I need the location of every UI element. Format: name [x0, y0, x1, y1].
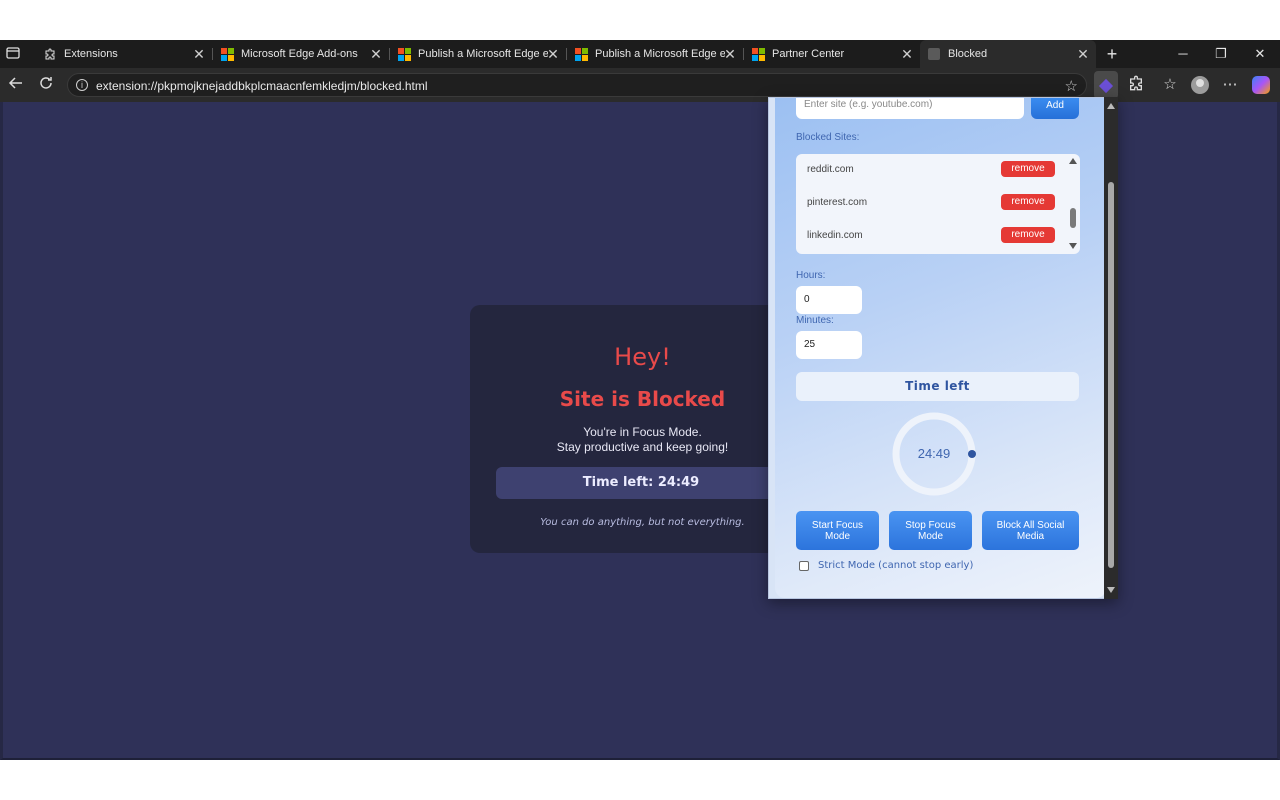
minimize-button[interactable]: ─: [1171, 44, 1195, 64]
tab-title: Microsoft Edge Add-ons: [241, 48, 358, 60]
motivational-quote: You can do anything, but not everything.: [540, 517, 745, 528]
tab-title: Partner Center: [772, 48, 845, 60]
tab-extensions[interactable]: Extensions ✕: [36, 40, 212, 68]
extensions-puzzle-icon[interactable]: [1126, 75, 1146, 95]
close-icon[interactable]: ✕: [723, 47, 737, 61]
scroll-up-icon[interactable]: [1069, 158, 1077, 164]
scroll-down-icon[interactable]: [1069, 243, 1077, 249]
close-icon[interactable]: ✕: [1076, 47, 1090, 61]
favorites-icon[interactable]: ☆: [1160, 75, 1180, 95]
refresh-icon[interactable]: [36, 75, 56, 95]
countdown-time: 24:49: [917, 446, 951, 461]
strict-mode-label[interactable]: Strict Mode (cannot stop early): [818, 560, 973, 571]
greeting: Hey!: [614, 343, 671, 371]
window-close-button[interactable]: ✕: [1248, 44, 1272, 64]
blocked-sites-list[interactable]: reddit.com remove pinterest.com remove l…: [796, 154, 1080, 254]
scroll-down-icon[interactable]: [1107, 587, 1115, 593]
message-line-1: You're in Focus Mode.: [583, 425, 702, 439]
tab-partner-center[interactable]: Partner Center ✕: [744, 40, 920, 68]
close-icon[interactable]: ✕: [369, 47, 383, 61]
blocked-card: Hey! Site is Blocked You're in Focus Mod…: [470, 305, 815, 553]
strict-mode-checkbox[interactable]: [799, 560, 809, 571]
blocked-sites-label: Blocked Sites:: [796, 132, 860, 143]
site-name: linkedin.com: [807, 230, 863, 241]
focus-extension-icon[interactable]: [1094, 71, 1118, 99]
tab-title: Publish a Microsoft Edge ext: [595, 48, 725, 60]
tab-bar: Extensions ✕ Microsoft Edge Add-ons ✕ Pu…: [0, 40, 1280, 68]
info-icon[interactable]: i: [76, 79, 88, 91]
microsoft-logo-icon: [752, 48, 765, 61]
close-icon[interactable]: ✕: [192, 47, 206, 61]
add-site-button[interactable]: Add: [1031, 98, 1079, 119]
close-icon[interactable]: ✕: [900, 47, 914, 61]
minutes-label: Minutes:: [796, 315, 834, 326]
page-icon: [928, 48, 940, 60]
extension-popup: Enter site (e.g. youtube.com) Add Blocke…: [768, 97, 1118, 599]
time-left-header: Time left: [796, 372, 1079, 401]
remove-button[interactable]: remove: [1001, 161, 1055, 177]
new-tab-button[interactable]: +: [1102, 44, 1122, 64]
puzzle-icon: [45, 48, 55, 60]
screen-top-margin: [0, 0, 1280, 40]
tab-actions-icon[interactable]: [6, 46, 26, 62]
remove-button[interactable]: remove: [1001, 194, 1055, 210]
scroll-thumb[interactable]: [1070, 208, 1076, 228]
screen-bottom-margin: [0, 760, 1280, 800]
remove-button[interactable]: remove: [1001, 227, 1055, 243]
microsoft-logo-icon: [221, 48, 234, 61]
list-scrollbar[interactable]: [1066, 154, 1080, 254]
tab-blocked[interactable]: Blocked ✕: [920, 40, 1096, 68]
profile-avatar[interactable]: [1191, 76, 1209, 94]
minutes-input[interactable]: 25: [796, 331, 862, 359]
tab-title: Publish a Microsoft Edge ext: [418, 48, 548, 60]
scroll-thumb[interactable]: [1108, 182, 1114, 568]
time-left-display: Time left: 24:49: [496, 467, 786, 499]
tab-publish-1[interactable]: Publish a Microsoft Edge ext ✕: [390, 40, 566, 68]
url-field[interactable]: i extension://pkpmojknejaddbkplcmaacnfem…: [67, 73, 1087, 97]
list-item: reddit.com remove: [796, 154, 1064, 187]
copilot-icon[interactable]: [1252, 76, 1270, 94]
stop-focus-button[interactable]: Stop Focus Mode: [889, 511, 972, 550]
favorite-star-icon[interactable]: ☆: [1065, 77, 1078, 95]
more-menu-icon[interactable]: ⋯: [1220, 75, 1240, 95]
popup-scrollbar[interactable]: [1104, 97, 1118, 599]
strict-mode-row[interactable]: Strict Mode (cannot stop early): [799, 560, 973, 571]
tab-title: Extensions: [64, 48, 118, 60]
site-name: reddit.com: [807, 164, 854, 175]
microsoft-logo-icon: [575, 48, 588, 61]
popup-panel: Enter site (e.g. youtube.com) Add Blocke…: [775, 98, 1106, 598]
url-text[interactable]: extension://pkpmojknejaddbkplcmaacnfemkl…: [96, 79, 428, 93]
hours-input[interactable]: 0: [796, 286, 862, 314]
block-social-button[interactable]: Block All Social Media: [982, 511, 1079, 550]
list-item: linkedin.com remove: [796, 220, 1064, 253]
tab-edge-addons[interactable]: Microsoft Edge Add-ons ✕: [213, 40, 389, 68]
message-line-2: Stay productive and keep going!: [556, 440, 729, 454]
focus-message: You're in Focus Mode. Stay productive an…: [470, 425, 815, 455]
blocked-title: Site is Blocked: [559, 387, 726, 411]
list-item: pinterest.com remove: [796, 187, 1064, 220]
site-input[interactable]: Enter site (e.g. youtube.com): [796, 98, 1024, 119]
scroll-up-icon[interactable]: [1107, 103, 1115, 109]
back-arrow-icon[interactable]: [6, 75, 26, 95]
microsoft-logo-icon: [398, 48, 411, 61]
start-focus-button[interactable]: Start Focus Mode: [796, 511, 879, 550]
close-icon[interactable]: ✕: [546, 47, 560, 61]
hours-label: Hours:: [796, 270, 826, 281]
tab-title: Blocked: [948, 48, 988, 60]
site-name: pinterest.com: [807, 197, 868, 208]
tab-publish-2[interactable]: Publish a Microsoft Edge ext ✕: [567, 40, 743, 68]
restore-button[interactable]: ❐: [1209, 44, 1233, 64]
